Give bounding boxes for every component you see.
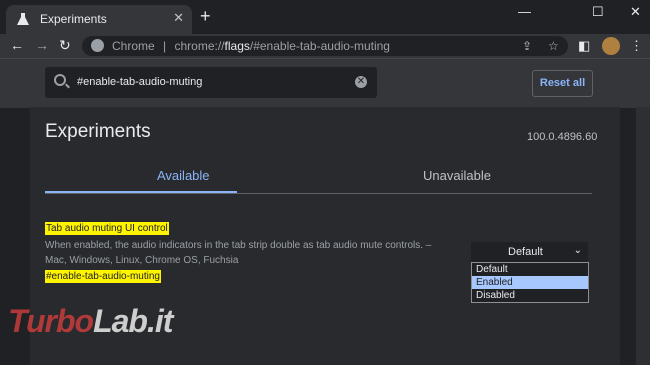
browser-tab[interactable]: Experiments ✕ bbox=[6, 5, 192, 34]
bookmark-star-icon[interactable]: ☆ bbox=[548, 39, 559, 53]
flask-icon bbox=[17, 13, 29, 25]
maximize-button[interactable]: ☐ bbox=[592, 4, 604, 20]
flag-hash-link[interactable]: #enable-tab-audio-muting bbox=[45, 270, 161, 283]
tab-title: Experiments bbox=[40, 12, 107, 26]
menu-icon[interactable]: ⋮ bbox=[630, 38, 643, 54]
tab-unavailable[interactable]: Unavailable bbox=[423, 168, 491, 183]
flag-title[interactable]: Tab audio muting UI control bbox=[45, 222, 169, 235]
active-tab-indicator bbox=[45, 191, 237, 193]
tab-bar: Available Unavailable bbox=[45, 160, 592, 194]
option-enabled[interactable]: Enabled bbox=[472, 276, 588, 289]
minimize-button[interactable]: — bbox=[518, 4, 531, 19]
close-window-button[interactable]: ✕ bbox=[630, 4, 641, 20]
title-bar: Experiments ✕ + — ☐ ✕ bbox=[0, 0, 650, 34]
search-icon bbox=[54, 74, 66, 86]
option-default[interactable]: Default bbox=[472, 263, 588, 276]
tab-available[interactable]: Available bbox=[157, 168, 210, 183]
clear-search-icon[interactable]: ✕ bbox=[355, 76, 367, 88]
select-value: Default bbox=[508, 246, 543, 258]
watermark-logo: TurboLab.it bbox=[8, 303, 173, 339]
flag-select[interactable]: Default ⌄ bbox=[471, 242, 588, 263]
option-disabled[interactable]: Disabled bbox=[472, 289, 588, 302]
scrollbar[interactable] bbox=[636, 107, 650, 365]
forward-button[interactable]: → bbox=[35, 37, 49, 53]
toolbar: ← → ↻ Chrome | chrome://flags/#enable-ta… bbox=[0, 34, 650, 58]
address-text: Chrome | chrome://flags/#enable-tab-audi… bbox=[112, 39, 390, 53]
page-title: Experiments bbox=[45, 121, 151, 142]
flag-description: When enabled, the audio indicators in th… bbox=[45, 240, 432, 266]
chevron-down-icon: ⌄ bbox=[573, 245, 582, 256]
search-value: #enable-tab-audio-muting bbox=[77, 76, 203, 88]
chrome-icon bbox=[91, 39, 104, 52]
flags-header: #enable-tab-audio-muting ✕ Reset all bbox=[0, 58, 650, 108]
reload-button[interactable]: ↻ bbox=[59, 37, 71, 54]
reset-all-button[interactable]: Reset all bbox=[532, 70, 593, 97]
version-label: 100.0.4896.60 bbox=[527, 131, 598, 143]
back-button[interactable]: ← bbox=[10, 37, 24, 53]
search-input[interactable]: #enable-tab-audio-muting ✕ bbox=[45, 67, 377, 98]
close-tab-icon[interactable]: ✕ bbox=[173, 10, 184, 26]
share-icon[interactable]: ⇪ bbox=[522, 39, 532, 53]
new-tab-button[interactable]: + bbox=[200, 6, 211, 27]
profile-avatar[interactable] bbox=[602, 37, 620, 55]
side-panel-icon[interactable]: ◧ bbox=[578, 38, 590, 54]
address-bar[interactable]: Chrome | chrome://flags/#enable-tab-audi… bbox=[82, 36, 568, 56]
select-dropdown: Default Enabled Disabled bbox=[471, 262, 589, 303]
